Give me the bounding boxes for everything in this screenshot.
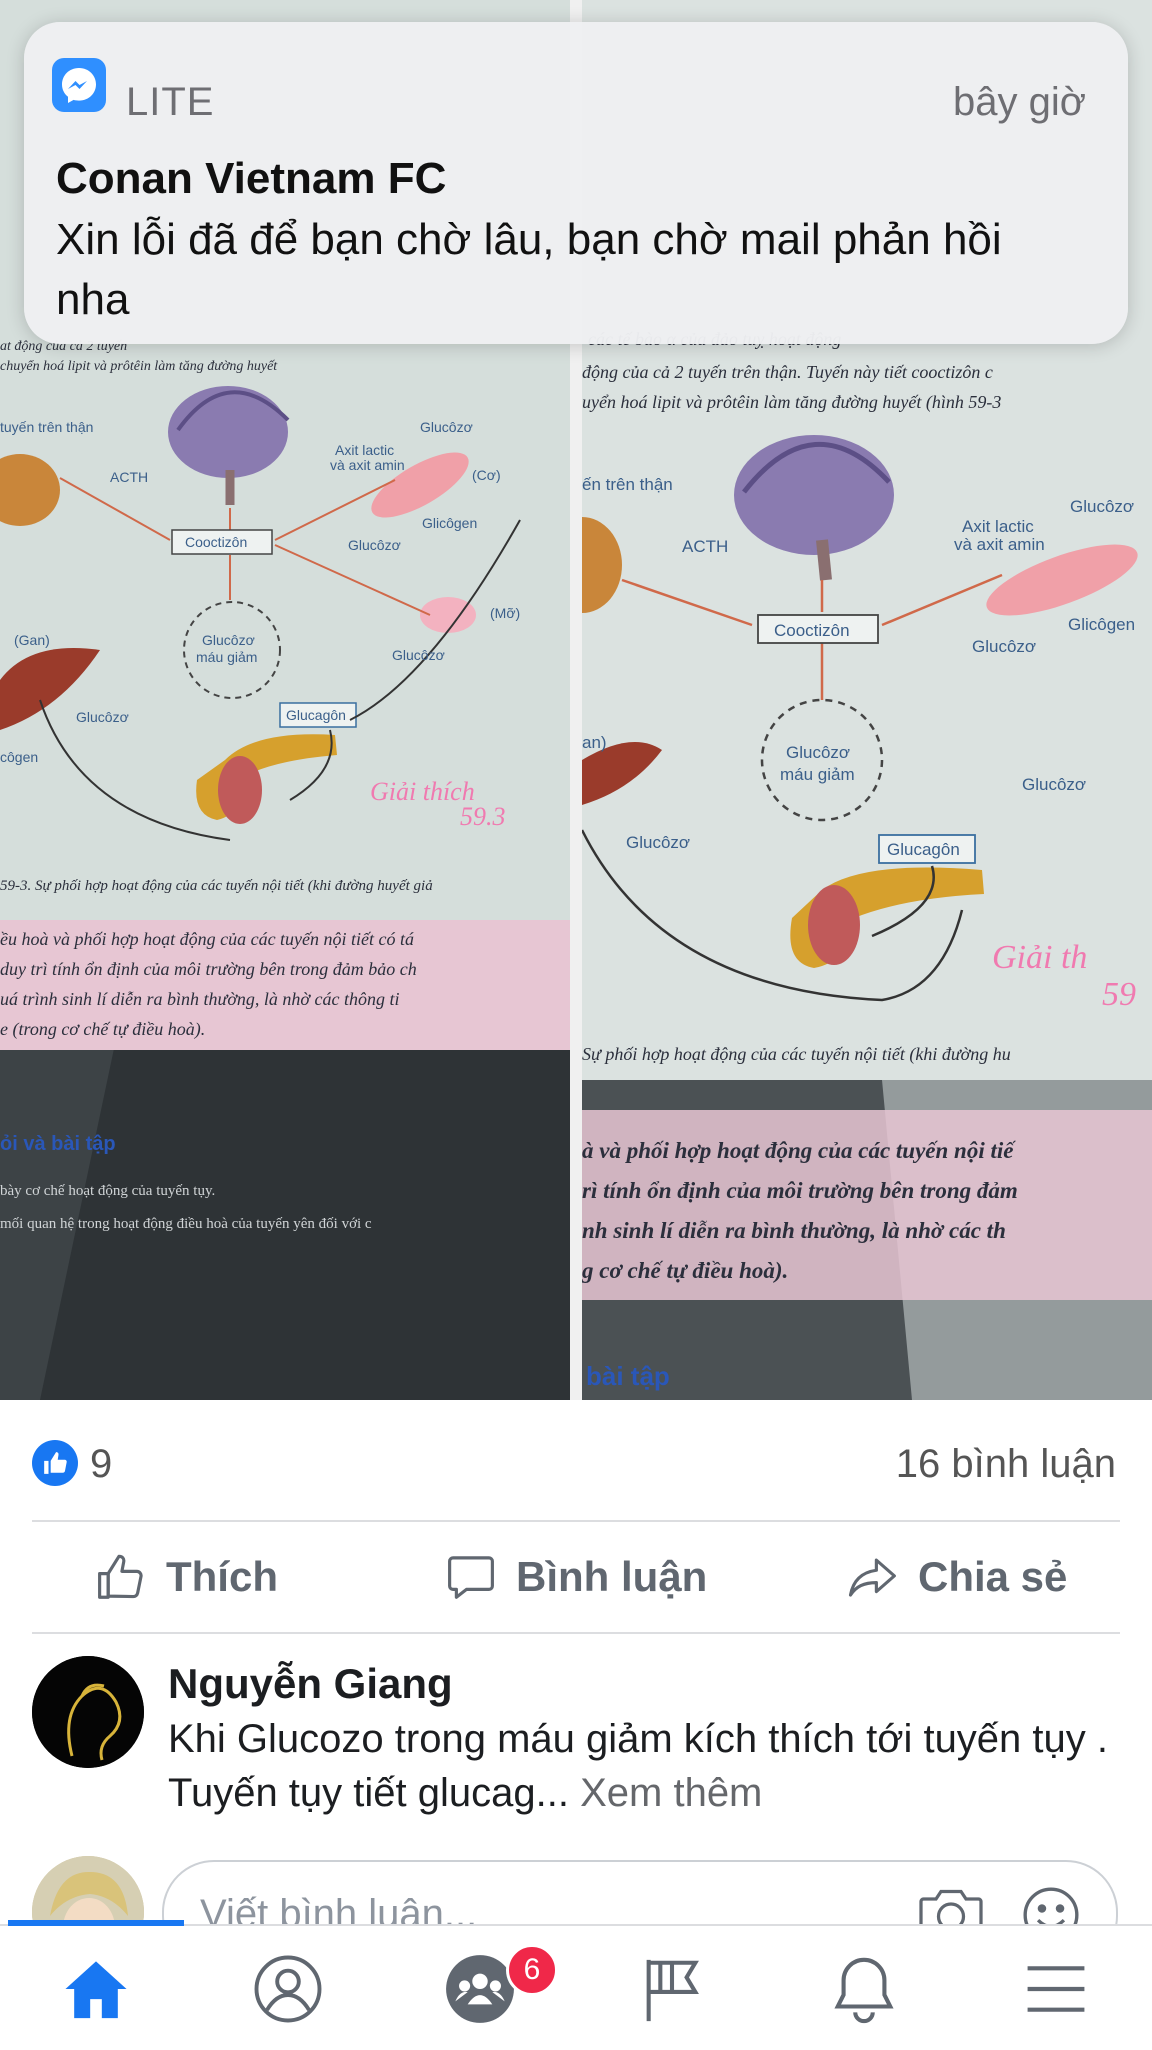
label-glucozo-mau-1: Glucôzơ [786, 743, 850, 762]
share-button[interactable]: Chia sẻ [846, 1524, 1067, 1630]
thumbs-up-icon [98, 1554, 143, 1599]
label-glucozo-mau-2: máu giảm [780, 765, 855, 784]
label-adrenal: tuyến trên thận [0, 419, 93, 435]
label-glucozo-low: Glucôzơ [76, 709, 129, 725]
menu-icon [1027, 1966, 1085, 2012]
groups-notification-badge: 6 [506, 1944, 558, 1996]
label-glicogen: Glicôgen [422, 515, 477, 531]
profile-icon [254, 1955, 322, 2023]
label-glucozo-mau-2: máu giảm [196, 649, 257, 665]
right-header-2: động của cả 2 tuyến trên thận. Tuyến này… [582, 362, 993, 382]
label-axit2: và axit amin [330, 457, 405, 473]
label-acth: ACTH [682, 537, 728, 556]
right-caption: Sự phối hợp hoạt động của các tuyến nội … [582, 1044, 1011, 1065]
label-co: (Cơ) [472, 467, 501, 483]
divider [32, 1520, 1120, 1522]
right-pink-line-2: rì tính ổn định của môi trường bên trong… [582, 1178, 1018, 1203]
left-caption: 59-3. Sự phối hợp hoạt động của các tuyế… [0, 878, 433, 894]
label-adrenal: ến trên thận [582, 475, 673, 494]
comment-author[interactable]: Nguyễn Giang [168, 1660, 453, 1708]
right-header-3: uyển hoá lipit và prôtêin làm tăng đường… [582, 392, 1001, 413]
label-glucagon: Glucagôn [887, 840, 960, 859]
handwritten-note: Giải thích [370, 777, 475, 806]
label-glucozo-low: Glucôzơ [626, 833, 690, 852]
label-glucozo-right: Glucôzơ [392, 647, 445, 663]
left-pink-line-4: e (trong cơ chế tự điều hoà). [0, 1019, 205, 1040]
label-cogen: côgen [0, 749, 38, 765]
notification-time: bây giờ [953, 80, 1086, 124]
commenter-avatar[interactable] [32, 1656, 144, 1768]
push-notification[interactable]: LITE bây giờ Conan Vietnam FC Xin lỗi đã… [24, 22, 1128, 344]
comment-text: Khi Glucozo trong máu giảm kích thích tớ… [168, 1712, 1108, 1820]
like-button[interactable]: Thích [94, 1524, 278, 1630]
label-glucagon: Glucagôn [286, 707, 346, 723]
like-count[interactable]: 9 [90, 1442, 112, 1487]
pages-flag-icon [646, 1959, 699, 2022]
comment-button[interactable]: Bình luận [444, 1524, 707, 1630]
handwritten-note-number: 59 [1102, 976, 1136, 1013]
label-acth: ACTH [110, 469, 148, 485]
label-gan: an) [582, 733, 607, 752]
label-glucozo-mid: Glucôzơ [972, 637, 1036, 656]
label-axit: Axit lactic [335, 442, 394, 458]
right-pink-line-1: à và phối hợp hoạt động của các tuyến nộ… [582, 1138, 1016, 1163]
brain-shape [168, 386, 288, 478]
label-glucozo-mid: Glucôzơ [348, 537, 401, 553]
comment-bubble-icon [448, 1556, 494, 1599]
active-tab-indicator [8, 1920, 184, 1926]
left-question-2: mối quan hệ trong hoạt động điều hoà của… [0, 1216, 372, 1232]
messenger-icon [52, 58, 106, 112]
post-actions: Thích Bình luận Chia sẻ [0, 1524, 1152, 1630]
label-gan: (Gan) [14, 632, 50, 648]
handwritten-note-number: 59.3 [460, 802, 506, 831]
notification-message: Xin lỗi đã để bạn chờ lâu, bạn chờ mail … [56, 215, 1002, 324]
home-icon [65, 1961, 127, 2019]
comment-count[interactable]: 16 bình luận [896, 1442, 1116, 1487]
tab-pages[interactable] [622, 1944, 722, 2034]
label-glicogen: Glicôgen [1068, 615, 1135, 634]
right-pink-line-4: g cơ chế tự điều hoà). [582, 1258, 788, 1283]
label-cooctizon: Cooctizôn [774, 621, 850, 640]
like-reaction-icon[interactable] [32, 1440, 78, 1486]
left-pink-line-2: duy trì tính ổn định của môi trường bên … [0, 959, 417, 979]
left-pink-line-3: uá trình sinh lí diễn ra bình thường, là… [0, 989, 400, 1009]
label-glucozo-mau-1: Glucôzơ [202, 632, 255, 648]
left-question-1: bày cơ chế hoạt động của tuyến tụy. [0, 1183, 215, 1199]
right-pink-line-3: nh sinh lí diễn ra bình thường, là nhờ c… [582, 1218, 1006, 1243]
bottom-navigation: 6 [0, 1920, 1152, 2050]
reaction-summary: 9 16 bình luận [0, 1400, 1152, 1522]
left-questions-title: ỏi và bài tập [0, 1133, 116, 1155]
label-glucozo-right: Glucôzơ [1022, 775, 1086, 794]
right-questions-title: bài tập [586, 1361, 670, 1391]
label-glucozo-top: Glucôzơ [420, 419, 473, 435]
see-more-link[interactable]: Xem thêm [580, 1771, 762, 1815]
label-axit: Axit lactic [962, 517, 1034, 536]
divider [32, 1632, 1120, 1634]
notification-title: Conan Vietnam FC [56, 154, 447, 203]
tab-menu[interactable] [1006, 1944, 1106, 2034]
label-axit2: và axit amin [954, 535, 1045, 554]
comment-item: Nguyễn Giang Khi Glucozo trong máu giảm … [0, 1636, 1152, 1836]
label-glucozo-top: Glucôzơ [1070, 497, 1134, 516]
handwritten-note: Giải th [992, 939, 1087, 976]
tab-home[interactable] [46, 1944, 146, 2034]
notification-app-name: LITE [126, 80, 215, 124]
share-label: Chia sẻ [918, 1553, 1068, 1600]
tab-profile[interactable] [238, 1944, 338, 2034]
comment-label: Bình luận [516, 1553, 708, 1600]
label-cooctizon: Cooctizôn [185, 534, 247, 550]
like-label: Thích [166, 1553, 278, 1600]
tab-notifications[interactable] [814, 1944, 914, 2034]
left-pink-line-1: ều hoà và phối hợp hoạt động của các tuy… [0, 929, 414, 949]
share-arrow-icon [848, 1558, 896, 1597]
brain-shape [734, 435, 894, 555]
bell-icon [834, 1957, 894, 2024]
left-header-2: chuyển hoá lipit và prôtêin làm tăng đườ… [0, 359, 278, 374]
label-mo: (Mỡ) [490, 605, 520, 621]
